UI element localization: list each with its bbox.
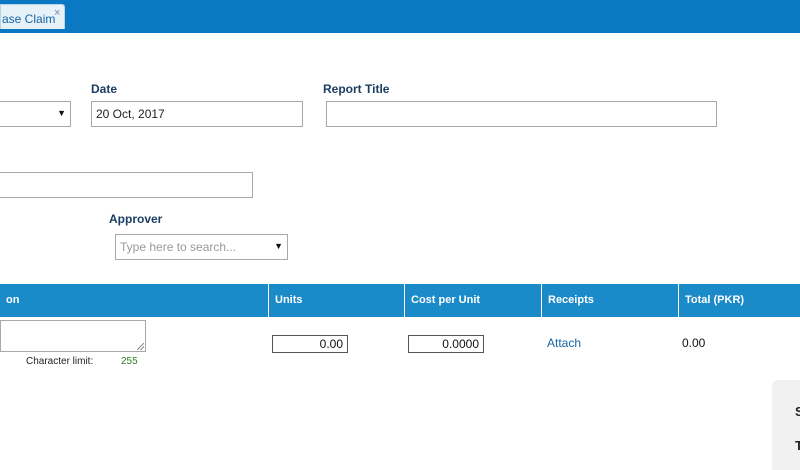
column-header-total: Total (PKR)	[678, 284, 800, 317]
approver-placeholder: Type here to search...	[120, 240, 237, 254]
character-limit-value: 255	[121, 356, 138, 367]
character-limit-label: Character limit:	[26, 356, 94, 367]
date-field[interactable]: 20 Oct, 2017	[91, 101, 303, 127]
row-total: 0.00	[682, 336, 706, 350]
approver-select[interactable]: Type here to search... ▼	[115, 234, 288, 260]
chevron-down-icon: ▼	[57, 108, 66, 118]
approver-label: Approver	[109, 212, 163, 226]
units-input[interactable]: 0.00	[272, 335, 348, 353]
attach-receipt-link[interactable]: Attach	[547, 336, 581, 350]
summary-line-1: S	[795, 404, 800, 419]
column-header-units: Units	[268, 284, 404, 317]
column-header-description: on	[6, 294, 20, 306]
tab-bar: ase Claim ×	[0, 0, 800, 33]
column-header-receipts: Receipts	[541, 284, 678, 317]
tab-label: ase Claim	[2, 12, 56, 26]
resize-grip-icon[interactable]	[137, 343, 144, 350]
description-textarea[interactable]	[0, 320, 146, 352]
category-select[interactable]: ▼	[0, 101, 71, 127]
column-header-cost-per-unit: Cost per Unit	[404, 284, 541, 317]
tab-expense-claim[interactable]: ase Claim ×	[0, 4, 65, 29]
summary-line-2: T	[795, 438, 800, 453]
date-label: Date	[91, 82, 118, 96]
chevron-down-icon: ▼	[274, 241, 283, 251]
cost-per-unit-input[interactable]: 0.0000	[408, 335, 484, 353]
report-title-label: Report Title	[323, 82, 390, 96]
close-icon[interactable]: ×	[54, 7, 60, 19]
report-title-field[interactable]	[326, 101, 717, 127]
expense-table-header: on Units Cost per Unit Receipts Total (P…	[0, 284, 800, 317]
purpose-field[interactable]	[0, 172, 253, 198]
